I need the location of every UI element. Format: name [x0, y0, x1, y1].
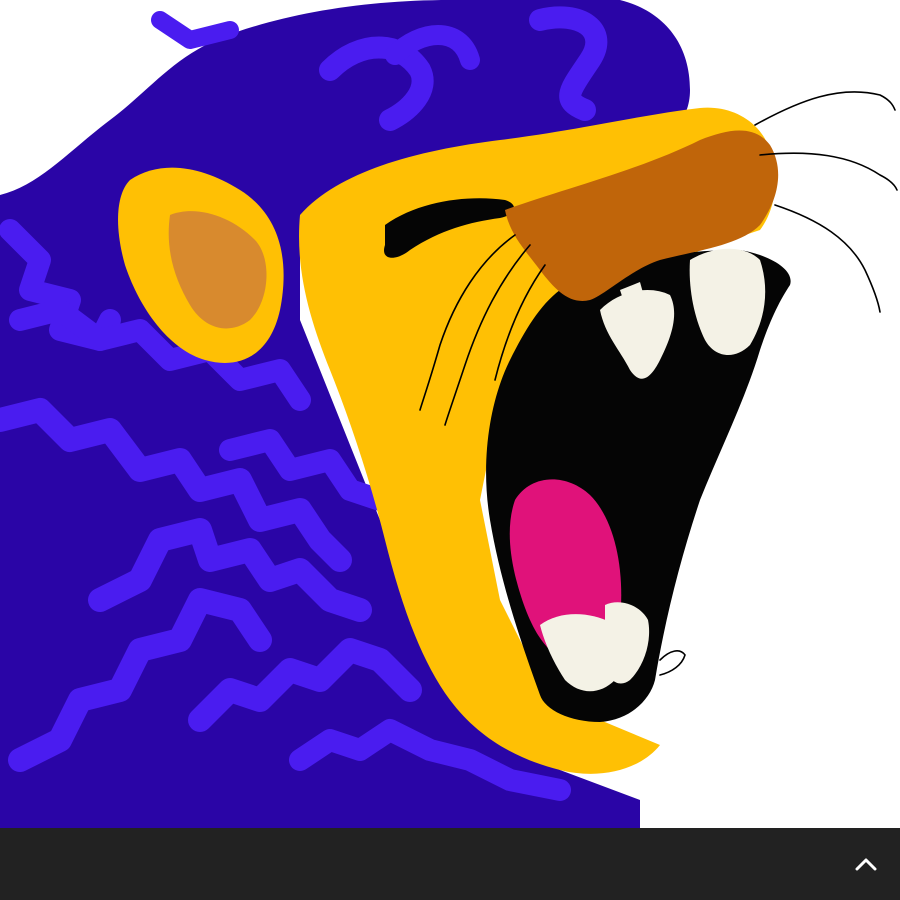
bottom-bar: [0, 828, 900, 900]
lion-painting: [0, 0, 900, 828]
image-viewer: [0, 0, 900, 900]
collapse-button[interactable]: [850, 848, 882, 880]
chevron-up-icon: [855, 858, 877, 871]
